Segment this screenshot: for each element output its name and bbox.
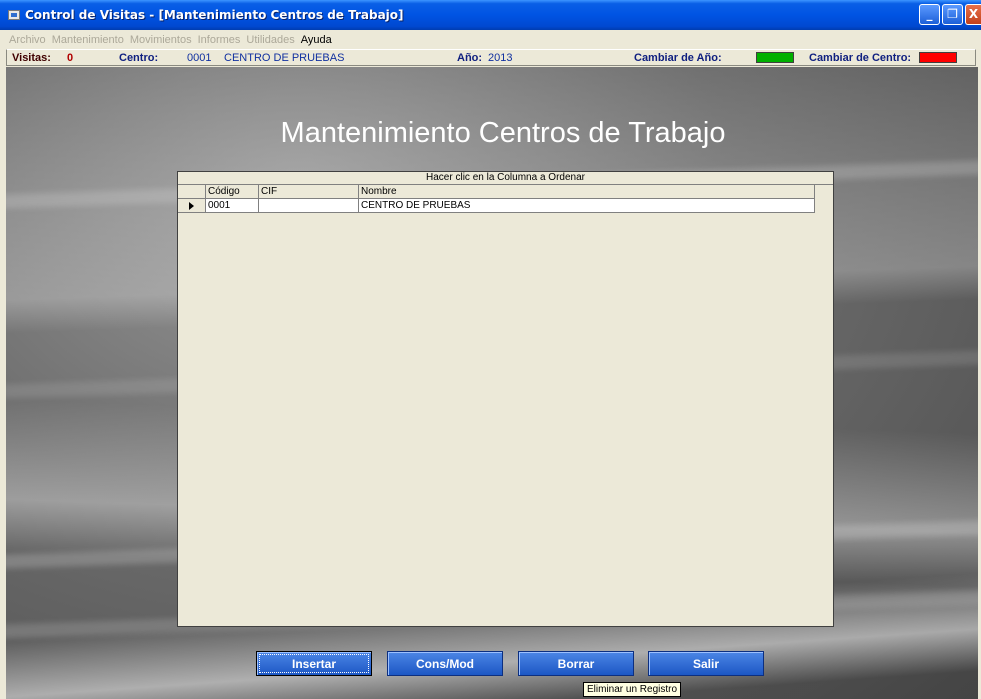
cell-cif[interactable] bbox=[258, 199, 358, 212]
window-controls: _ ❐ X bbox=[919, 4, 981, 25]
visitas-value: 0 bbox=[67, 52, 74, 64]
info-bar: Visitas: 0 Centro: 0001 CENTRO DE PRUEBA… bbox=[6, 49, 976, 66]
menu-informes[interactable]: Informes bbox=[198, 34, 241, 46]
page-title: Mantenimiento Centros de Trabajo bbox=[280, 117, 726, 149]
insertar-button[interactable]: Insertar bbox=[256, 651, 372, 676]
row-selector[interactable] bbox=[178, 199, 205, 212]
cambiar-centro-button[interactable] bbox=[919, 52, 957, 63]
app-icon[interactable] bbox=[8, 10, 20, 20]
centro-name: CENTRO DE PRUEBAS bbox=[224, 52, 345, 64]
cell-codigo[interactable]: 0001 bbox=[205, 199, 258, 212]
anio-value: 2013 bbox=[488, 52, 513, 64]
grid-header: Código CIF Nombre bbox=[178, 185, 815, 199]
menu-bar: Archivo Mantenimiento Movimientos Inform… bbox=[0, 30, 981, 49]
cambiar-anio-label: Cambiar de Año: bbox=[634, 52, 722, 64]
title-bar[interactable]: Control de Visitas - [Mantenimiento Cent… bbox=[0, 0, 981, 30]
menu-utilidades[interactable]: Utilidades bbox=[246, 34, 294, 46]
menu-movimientos[interactable]: Movimientos bbox=[130, 34, 192, 46]
restore-button[interactable]: ❐ bbox=[942, 4, 963, 25]
menu-mantenimiento[interactable]: Mantenimiento bbox=[52, 34, 124, 46]
column-header-codigo[interactable]: Código bbox=[205, 185, 258, 198]
grid-caption: Hacer clic en la Columna a Ordenar bbox=[178, 172, 833, 185]
salir-button[interactable]: Salir bbox=[648, 651, 764, 676]
centro-code: 0001 bbox=[187, 52, 212, 64]
table-row[interactable]: 0001 CENTRO DE PRUEBAS bbox=[178, 199, 815, 213]
cambiar-anio-button[interactable] bbox=[756, 52, 794, 63]
close-button[interactable]: X bbox=[965, 4, 981, 25]
tooltip: Eliminar un Registro bbox=[583, 682, 682, 697]
borrar-button[interactable]: Borrar bbox=[518, 651, 634, 676]
minimize-button[interactable]: _ bbox=[919, 4, 940, 25]
menu-ayuda[interactable]: Ayuda bbox=[301, 34, 332, 46]
cambiar-centro-label: Cambiar de Centro: bbox=[809, 52, 912, 64]
cell-nombre[interactable]: CENTRO DE PRUEBAS bbox=[358, 199, 815, 212]
menu-archivo[interactable]: Archivo bbox=[9, 34, 46, 46]
column-header-nombre[interactable]: Nombre bbox=[358, 185, 815, 198]
centro-label: Centro: bbox=[119, 52, 159, 64]
centros-grid[interactable]: Hacer clic en la Columna a Ordenar Códig… bbox=[177, 171, 834, 627]
client-area: Mantenimiento Centros de Trabajo Hacer c… bbox=[6, 67, 978, 699]
window-title: Control de Visitas - [Mantenimiento Cent… bbox=[25, 8, 404, 22]
column-header-cif[interactable]: CIF bbox=[258, 185, 358, 198]
anio-label: Año: bbox=[457, 52, 483, 64]
row-pointer-icon bbox=[189, 202, 194, 210]
cons-mod-button[interactable]: Cons/Mod bbox=[387, 651, 503, 676]
visitas-label: Visitas: bbox=[12, 52, 51, 64]
